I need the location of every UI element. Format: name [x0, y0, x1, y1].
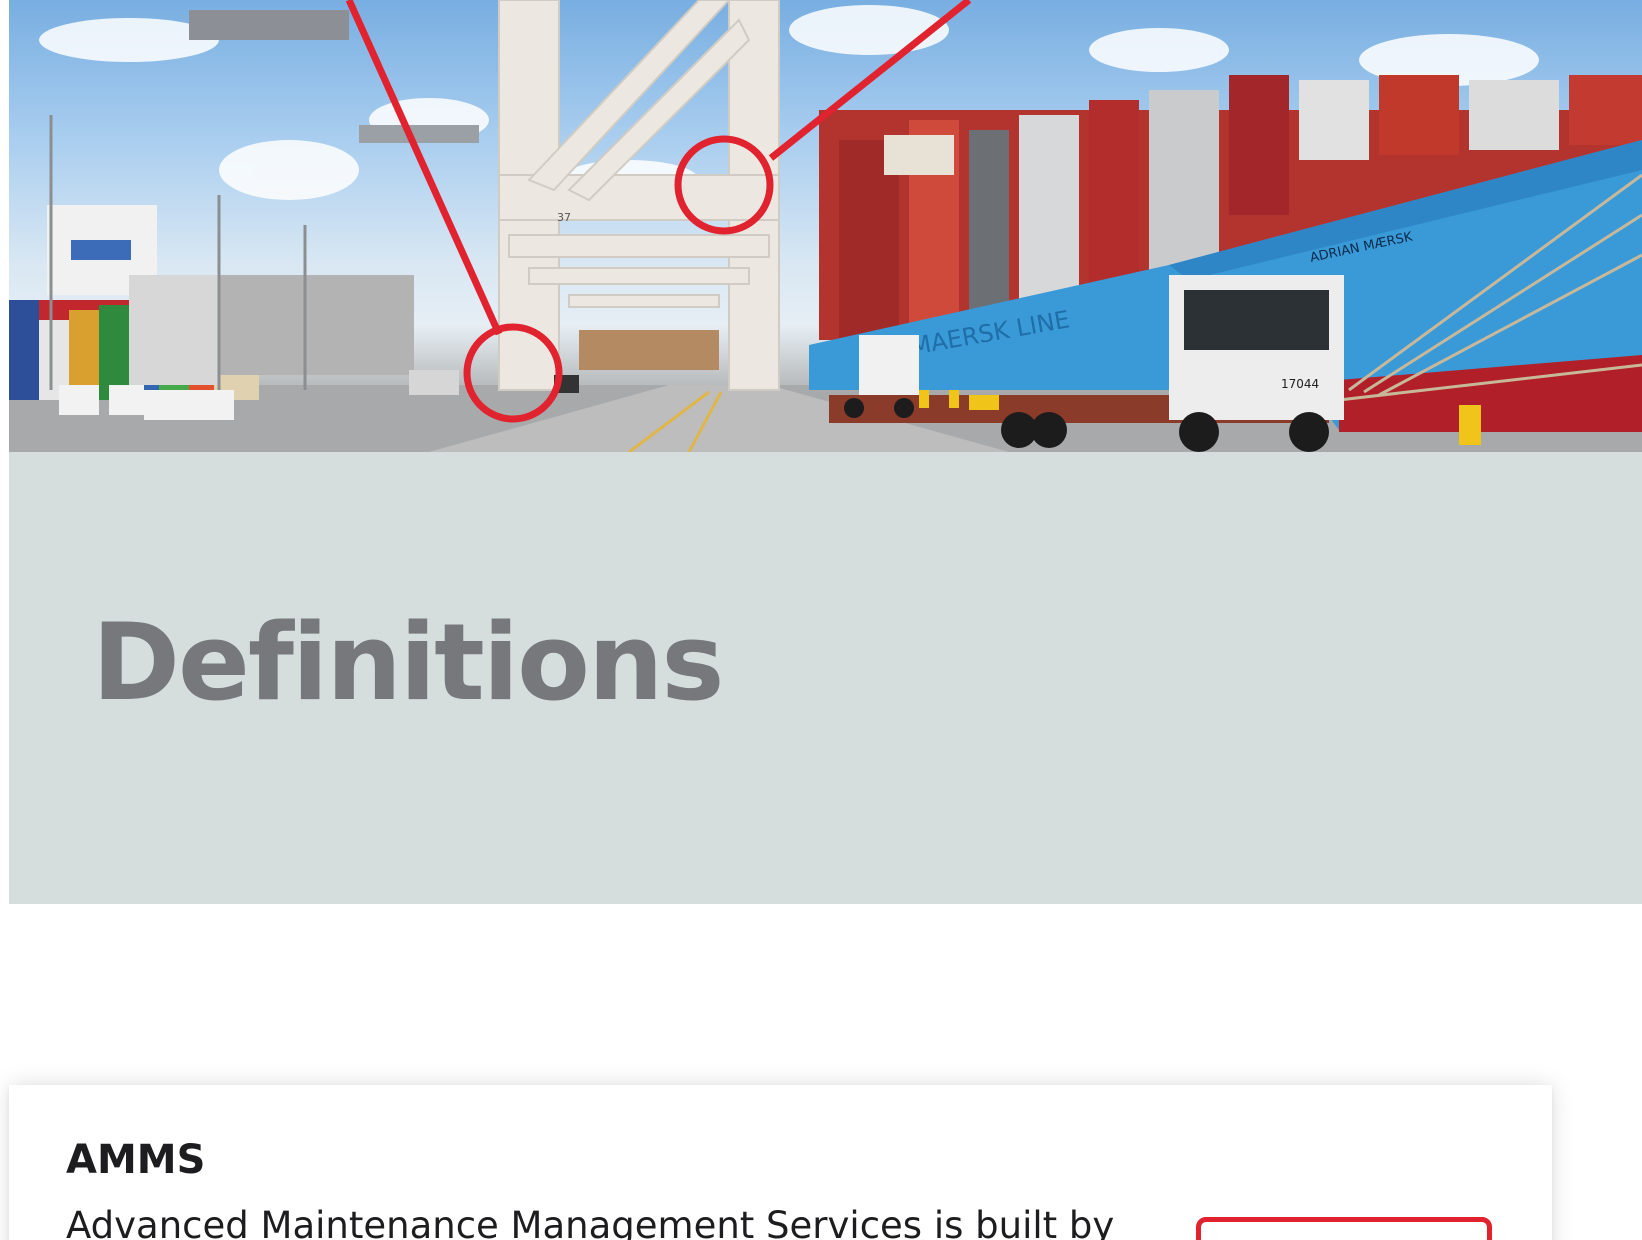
definition-card: AMMS Advanced Maintenance Management Ser…	[9, 1085, 1552, 1240]
truck-number-text: 17044	[1281, 377, 1319, 391]
definition-description: Advanced Maintenance Management Services…	[66, 1204, 1115, 1240]
hero-image: 37 MAERSK LINE ADRIAN MÆRSK 17044	[9, 0, 1642, 452]
page: 37 MAERSK LINE ADRIAN MÆRSK 17044 Defini…	[0, 0, 1642, 1240]
crane-number-text: 37	[557, 211, 571, 224]
page-title: Definitions	[92, 601, 725, 724]
definition-action-button[interactable]	[1196, 1217, 1492, 1240]
definition-term: AMMS	[66, 1137, 206, 1183]
